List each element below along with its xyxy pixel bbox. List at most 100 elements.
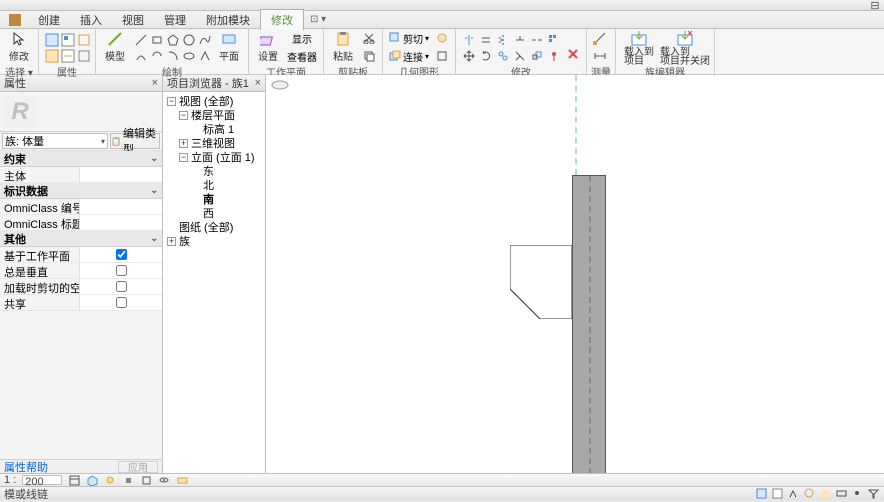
prop-spacer xyxy=(0,311,162,459)
project-browser-panel: 项目浏览器 - 族1 × −视图 (全部) −楼层平面 标高 1 +三维视图 −… xyxy=(163,75,266,473)
tree-node-west[interactable]: 西 xyxy=(165,206,263,220)
reveal-icon[interactable] xyxy=(176,474,188,486)
omni-num-value[interactable] xyxy=(80,199,162,214)
geom-icon-1[interactable] xyxy=(433,29,451,47)
shared-checkbox[interactable] xyxy=(116,297,127,308)
filter-icon[interactable] xyxy=(867,488,880,499)
drawing-canvas[interactable] xyxy=(266,75,884,473)
tree-node-families[interactable]: +族 xyxy=(165,234,263,248)
close-icon[interactable]: ⊟ xyxy=(870,0,880,10)
status-icon-4[interactable] xyxy=(803,488,816,499)
delete-icon[interactable] xyxy=(564,45,582,63)
tab-modify[interactable]: 修改 xyxy=(260,9,304,30)
qat-dropdown[interactable]: ⊡ ▾ xyxy=(310,14,326,25)
tree-node-floorplans[interactable]: −楼层平面 xyxy=(165,108,263,122)
show-button[interactable]: 显示 xyxy=(285,29,319,47)
set-icon xyxy=(259,31,277,47)
cutvoids-checkbox[interactable] xyxy=(116,281,127,292)
help-link[interactable]: 属性帮助 xyxy=(4,459,48,475)
paste-icon xyxy=(334,31,352,47)
tree-node-level1[interactable]: 标高 1 xyxy=(165,122,263,136)
model-button[interactable]: 模型 xyxy=(100,30,130,64)
family-selector[interactable]: 族: 体量 ▾ xyxy=(2,133,108,149)
copy-mod-icon[interactable] xyxy=(494,47,512,65)
rotate-icon[interactable] xyxy=(477,47,495,65)
project-tree: −视图 (全部) −楼层平面 标高 1 +三维视图 −立面 (立面 1) 东 北… xyxy=(163,92,265,473)
hide-icon[interactable] xyxy=(158,474,170,486)
ribbon-group-workplane: 设置 显示 查看器 工作平面 xyxy=(249,29,324,74)
status-icon-2[interactable] xyxy=(771,488,784,499)
tree-node-3d[interactable]: +三维视图 xyxy=(165,136,263,150)
scale-input[interactable]: 200 xyxy=(22,475,62,485)
ribbon-group-measure: 测量 xyxy=(587,29,616,74)
tab-manage[interactable]: 管理 xyxy=(154,10,196,30)
status-icon-1[interactable] xyxy=(755,488,768,499)
tab-insert[interactable]: 插入 xyxy=(70,10,112,30)
workplane-checkbox[interactable] xyxy=(116,249,127,260)
ribbon: 修改 选择 ▾ 属性 模型 xyxy=(0,29,884,75)
tree-node-sheets[interactable]: 图纸 (全部) xyxy=(165,220,263,234)
host-value[interactable] xyxy=(80,167,162,182)
dimension-icon[interactable] xyxy=(591,47,609,65)
status-icon-6[interactable] xyxy=(835,488,848,499)
tab-view[interactable]: 视图 xyxy=(112,10,154,30)
edit-type-button[interactable]: 📋编辑类型 xyxy=(110,133,160,149)
tree-node-north[interactable]: 北 xyxy=(165,178,263,192)
shadows-icon[interactable] xyxy=(122,474,134,486)
statusbar: 模或线链 xyxy=(0,486,884,500)
set-button[interactable]: 设置 xyxy=(253,30,283,64)
sun-path-icon[interactable] xyxy=(104,474,116,486)
section-other[interactable]: 其他⌄ xyxy=(0,231,162,247)
status-icon-7[interactable] xyxy=(851,488,864,499)
prop-shared: 共享 xyxy=(0,295,162,311)
move-icon[interactable] xyxy=(460,47,478,65)
nav-wheel-icon[interactable] xyxy=(270,79,290,91)
view-control-bar: 1 : 200 xyxy=(0,473,884,486)
cursor-icon xyxy=(10,31,28,47)
cut-geom-button[interactable]: 剪切▾ xyxy=(387,29,431,47)
prop-omni-num: OmniClass 编号 xyxy=(0,199,162,215)
detail-level-icon[interactable] xyxy=(68,474,80,486)
prop-btn-6[interactable] xyxy=(75,47,93,65)
prop-omni-title: OmniClass 标题 xyxy=(0,215,162,231)
status-hint: 模或线链 xyxy=(4,486,48,502)
viewer-button[interactable]: 查看器 xyxy=(285,47,319,65)
modify-button[interactable]: 修改 xyxy=(4,30,34,64)
app-logo-icon[interactable] xyxy=(8,13,22,27)
profile-sketch[interactable] xyxy=(510,245,572,319)
wall-centerline xyxy=(589,176,591,473)
wall-element[interactable] xyxy=(572,175,606,473)
vertical-checkbox[interactable] xyxy=(116,265,127,276)
section-constraints[interactable]: 约束⌄ xyxy=(0,151,162,167)
section-identity[interactable]: 标识数据⌄ xyxy=(0,183,162,199)
tree-node-east[interactable]: 东 xyxy=(165,164,263,178)
join-geom-button[interactable]: 连接▾ xyxy=(387,47,431,65)
omni-title-value[interactable] xyxy=(80,215,162,230)
geom-icon-2[interactable] xyxy=(433,47,451,65)
tree-node-south[interactable]: 南 xyxy=(165,192,263,206)
load-to-project-button[interactable]: 载入到项目 xyxy=(620,30,658,64)
visual-style-icon[interactable] xyxy=(86,474,98,486)
tree-node-elevations[interactable]: −立面 (立面 1) xyxy=(165,150,263,164)
trim2-icon[interactable] xyxy=(511,47,529,65)
line-icon xyxy=(106,31,124,47)
ribbon-group-draw: 模型 平面 绘制 xyxy=(96,29,249,74)
plane-button[interactable]: 平面 xyxy=(214,30,244,64)
paste-button[interactable]: 粘贴 xyxy=(328,30,358,64)
pin-icon[interactable] xyxy=(545,47,563,65)
apply-button[interactable]: 应用 xyxy=(118,461,158,473)
tab-create[interactable]: 创建 xyxy=(28,10,70,30)
load-close-button[interactable]: 载入到项目并关闭 xyxy=(660,30,710,64)
tab-addins[interactable]: 附加模块 xyxy=(196,10,260,30)
properties-panel: 属性 × R 族: 体量 ▾ 📋编辑类型 约束⌄ 主体 标识数据⌄ OmniCl… xyxy=(0,75,163,473)
scale-icon[interactable] xyxy=(528,47,546,65)
copy-icon[interactable] xyxy=(360,47,378,65)
draw-pick[interactable] xyxy=(196,47,214,65)
tree-node-views[interactable]: −视图 (全部) xyxy=(165,94,263,108)
measure-icon[interactable] xyxy=(591,29,609,47)
cut-icon[interactable] xyxy=(360,29,378,47)
crop-icon[interactable] xyxy=(140,474,152,486)
status-icon-3[interactable] xyxy=(787,488,800,499)
status-icon-5[interactable] xyxy=(819,488,832,499)
revit-logo-icon: R xyxy=(4,96,36,128)
